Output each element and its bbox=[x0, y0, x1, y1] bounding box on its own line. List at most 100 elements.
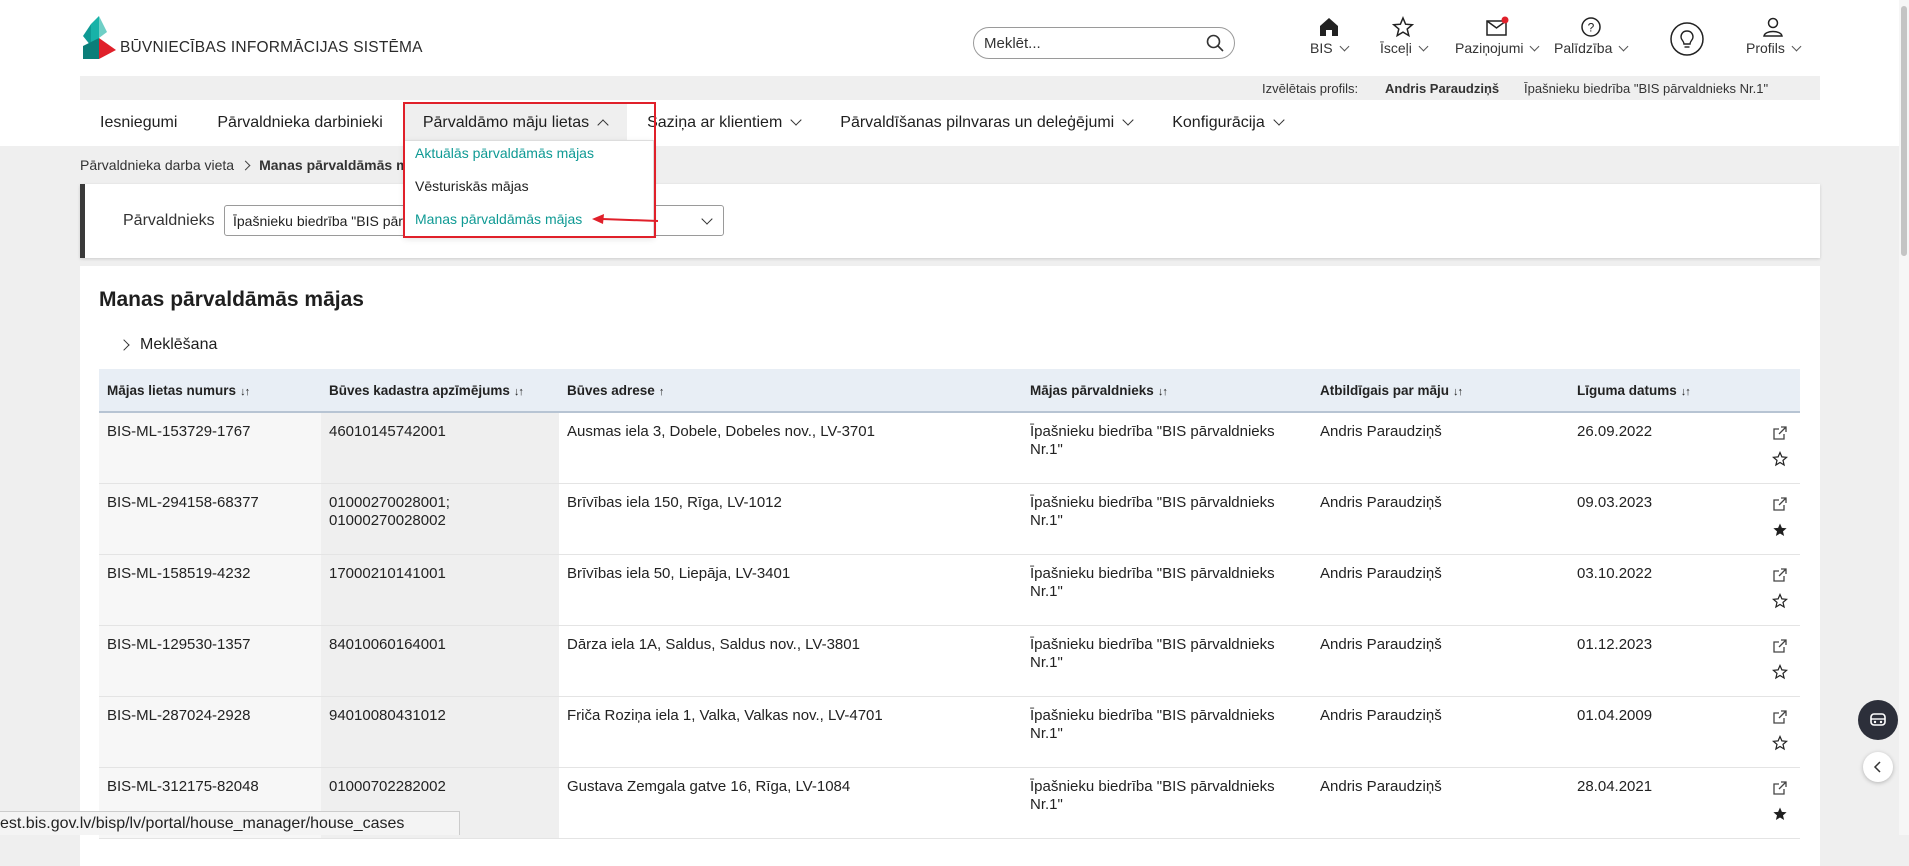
chevron-down-icon bbox=[701, 213, 713, 225]
nav-item-konfiguracija[interactable]: Konfigurācija bbox=[1152, 104, 1303, 142]
star-outline-icon[interactable] bbox=[1772, 451, 1788, 467]
contract-date-cell: 26.09.2022 bbox=[1569, 412, 1760, 484]
column-header-house-number[interactable]: Mājas lietas numurs ↓↑ bbox=[99, 369, 321, 413]
table-row[interactable]: BIS-ML-129530-1357 84010060164001 Dārza … bbox=[99, 625, 1800, 697]
star-outline-icon[interactable] bbox=[1772, 663, 1788, 680]
chevron-left-icon bbox=[1873, 761, 1881, 773]
top-header: BŪVNIECĪBAS INFORMĀCIJAS SISTĒMA BIS Īsc… bbox=[0, 0, 1909, 146]
nav-item-sazina-ar-klientiem[interactable]: Saziņa ar klientiem bbox=[627, 104, 820, 142]
column-header-actions bbox=[1760, 369, 1800, 413]
sort-icon[interactable]: ↓↑ bbox=[1453, 386, 1463, 398]
house-number-cell[interactable]: BIS-ML-158519-4232 bbox=[99, 554, 321, 626]
column-label: Līguma datums bbox=[1577, 382, 1677, 398]
cadastre-cell: 84010060164001 bbox=[321, 625, 559, 697]
chevron-right-icon bbox=[240, 160, 251, 170]
house-number-cell[interactable]: BIS-ML-129530-1357 bbox=[99, 625, 321, 697]
ideas-button[interactable] bbox=[1669, 21, 1705, 57]
column-header-responsible[interactable]: Atbildīgais par māju ↓↑ bbox=[1312, 369, 1569, 413]
sort-icon[interactable]: ↓↑ bbox=[514, 386, 524, 398]
notifications-menu[interactable]: Paziņojumi bbox=[1455, 16, 1540, 56]
logo-text: BŪVNIECĪBAS INFORMĀCIJAS SISTĒMA bbox=[120, 39, 423, 56]
external-link-icon[interactable] bbox=[1772, 496, 1788, 512]
column-label: Būves adrese bbox=[567, 382, 655, 398]
manager-filter-panel: Pārvaldnieks Īpašnieku biedrība "BIS pār… bbox=[80, 184, 1820, 258]
star-filled-icon[interactable] bbox=[1772, 806, 1788, 822]
dropdown-item-my-houses[interactable]: Manas pārvaldāmās mājas bbox=[415, 211, 582, 227]
address-cell: Gustava Zemgala gatve 16, Rīga, LV-1084 bbox=[559, 767, 1022, 839]
table-row[interactable]: BIS-ML-294158-68377 01000270028001; 0100… bbox=[99, 483, 1800, 555]
house-number-cell[interactable]: BIS-ML-294158-68377 bbox=[99, 483, 321, 555]
selected-profile-bar: Izvēlētais profils: Andris Paraudziņš Īp… bbox=[80, 76, 1820, 100]
home-icon bbox=[1319, 18, 1338, 36]
table-row[interactable]: BIS-ML-158519-4232 17000210141001 Brīvīb… bbox=[99, 554, 1800, 626]
breadcrumb-parent[interactable]: Pārvaldnieka darba vieta bbox=[80, 157, 234, 173]
page-title: Manas pārvaldāmās mājas bbox=[99, 288, 364, 311]
profile-bar-name[interactable]: Andris Paraudziņš bbox=[1385, 81, 1499, 96]
help-menu[interactable]: ? Palīdzība bbox=[1554, 16, 1629, 56]
nav-label: Konfigurācija bbox=[1172, 114, 1265, 131]
bis-label: BIS bbox=[1310, 40, 1333, 56]
external-link-icon[interactable] bbox=[1772, 709, 1788, 725]
table-header-row: Mājas lietas numurs ↓↑ Būves kadastra apz… bbox=[99, 369, 1800, 413]
address-cell: Dārza iela 1A, Saldus, Saldus nov., LV-3… bbox=[559, 625, 1022, 697]
sort-icon[interactable]: ↑ bbox=[659, 386, 664, 398]
manager-cell: Īpašnieku biedrība "BIS pārvaldnieks Nr.… bbox=[1022, 554, 1312, 626]
address-cell: Brīvības iela 50, Liepāja, LV-3401 bbox=[559, 554, 1022, 626]
cadastre-cell: 46010145742001 bbox=[321, 412, 559, 484]
shortcuts-menu[interactable]: Īsceļi bbox=[1380, 16, 1429, 56]
star-icon bbox=[1392, 16, 1415, 38]
svg-text:?: ? bbox=[1587, 21, 1594, 35]
column-header-cadastre[interactable]: Būves kadastra apzīmējums ↓↑ bbox=[321, 369, 559, 413]
column-label: Atbildīgais par māju bbox=[1320, 382, 1450, 398]
nav-item-parvaldamo-maju-lietas[interactable]: Pārvaldāmo māju lietas bbox=[402, 104, 628, 142]
table-body: BIS-ML-153729-1767 46010145742001 Ausmas… bbox=[99, 412, 1800, 839]
star-outline-icon[interactable] bbox=[1772, 734, 1788, 751]
column-header-address[interactable]: Būves adrese ↑ bbox=[559, 369, 1022, 413]
column-header-contract-date[interactable]: Līguma datums ↓↑ bbox=[1569, 369, 1760, 413]
external-link-icon[interactable] bbox=[1772, 780, 1788, 796]
search-toggle[interactable]: Meklēšana bbox=[118, 336, 217, 354]
external-link-icon[interactable] bbox=[1772, 638, 1788, 654]
star-outline-icon[interactable] bbox=[1772, 592, 1788, 609]
profile-menu[interactable]: Profils bbox=[1746, 16, 1802, 56]
scrollbar-thumb[interactable] bbox=[1901, 6, 1907, 256]
chevron-right-icon bbox=[118, 339, 130, 351]
logo[interactable]: BŪVNIECĪBAS INFORMĀCIJAS SISTĒMA bbox=[83, 16, 423, 59]
external-link-icon[interactable] bbox=[1772, 567, 1788, 583]
profile-bar-org[interactable]: Īpašnieku biedrība "BIS pārvaldnieks Nr.… bbox=[1524, 81, 1768, 96]
search-icon[interactable] bbox=[1206, 34, 1224, 52]
sort-icon[interactable]: ↓↑ bbox=[240, 386, 250, 398]
breadcrumb-current: Manas pārvaldāmās m bbox=[259, 157, 409, 173]
sort-icon[interactable]: ↓↑ bbox=[1681, 386, 1691, 398]
houses-table: Mājas lietas numurs ↓↑ Būves kadastra apz… bbox=[99, 369, 1800, 839]
dropdown-item-current-houses[interactable]: Aktuālās pārvaldāmās mājas bbox=[415, 145, 594, 161]
nav-item-iesniegumi[interactable]: Iesniegumi bbox=[80, 104, 197, 142]
responsible-cell: Andris Paraudziņš bbox=[1312, 554, 1569, 626]
collapse-panel-button[interactable] bbox=[1863, 752, 1893, 782]
nav-item-parvaldisanas-pilnvaras[interactable]: Pārvaldīšanas pilnvaras un deleģējumi bbox=[820, 104, 1152, 142]
chatbot-button[interactable] bbox=[1858, 700, 1898, 740]
table-row[interactable]: BIS-ML-287024-2928 94010080431012 Friča … bbox=[99, 696, 1800, 768]
external-link-icon[interactable] bbox=[1772, 425, 1788, 441]
envelope-icon bbox=[1485, 16, 1509, 36]
dropdown-item-historical-houses[interactable]: Vēsturiskās mājas bbox=[415, 178, 529, 194]
nav-item-parvaldnieka-darbinieki[interactable]: Pārvaldnieka darbinieki bbox=[197, 104, 402, 142]
responsible-cell: Andris Paraudziņš bbox=[1312, 625, 1569, 697]
contract-date-cell: 09.03.2023 bbox=[1569, 483, 1760, 555]
global-search[interactable] bbox=[973, 27, 1235, 59]
search-input[interactable] bbox=[984, 34, 1206, 52]
contract-date-cell: 01.04.2009 bbox=[1569, 696, 1760, 768]
bis-home-menu[interactable]: BIS bbox=[1310, 16, 1350, 56]
star-filled-icon[interactable] bbox=[1772, 522, 1788, 538]
page-scrollbar[interactable] bbox=[1899, 0, 1909, 835]
column-header-manager[interactable]: Mājas pārvaldnieks ↓↑ bbox=[1022, 369, 1312, 413]
house-number-cell[interactable]: BIS-ML-153729-1767 bbox=[99, 412, 321, 484]
lightbulb-icon bbox=[1670, 22, 1704, 56]
address-cell: Brīvības iela 150, Rīga, LV-1012 bbox=[559, 483, 1022, 555]
manager-cell: Īpašnieku biedrība "BIS pārvaldnieks Nr.… bbox=[1022, 625, 1312, 697]
house-number-cell[interactable]: BIS-ML-287024-2928 bbox=[99, 696, 321, 768]
sort-icon[interactable]: ↓↑ bbox=[1158, 386, 1168, 398]
column-label: Mājas pārvaldnieks bbox=[1030, 382, 1154, 398]
table-row[interactable]: BIS-ML-153729-1767 46010145742001 Ausmas… bbox=[99, 412, 1800, 484]
chevron-down-icon bbox=[1618, 41, 1629, 52]
